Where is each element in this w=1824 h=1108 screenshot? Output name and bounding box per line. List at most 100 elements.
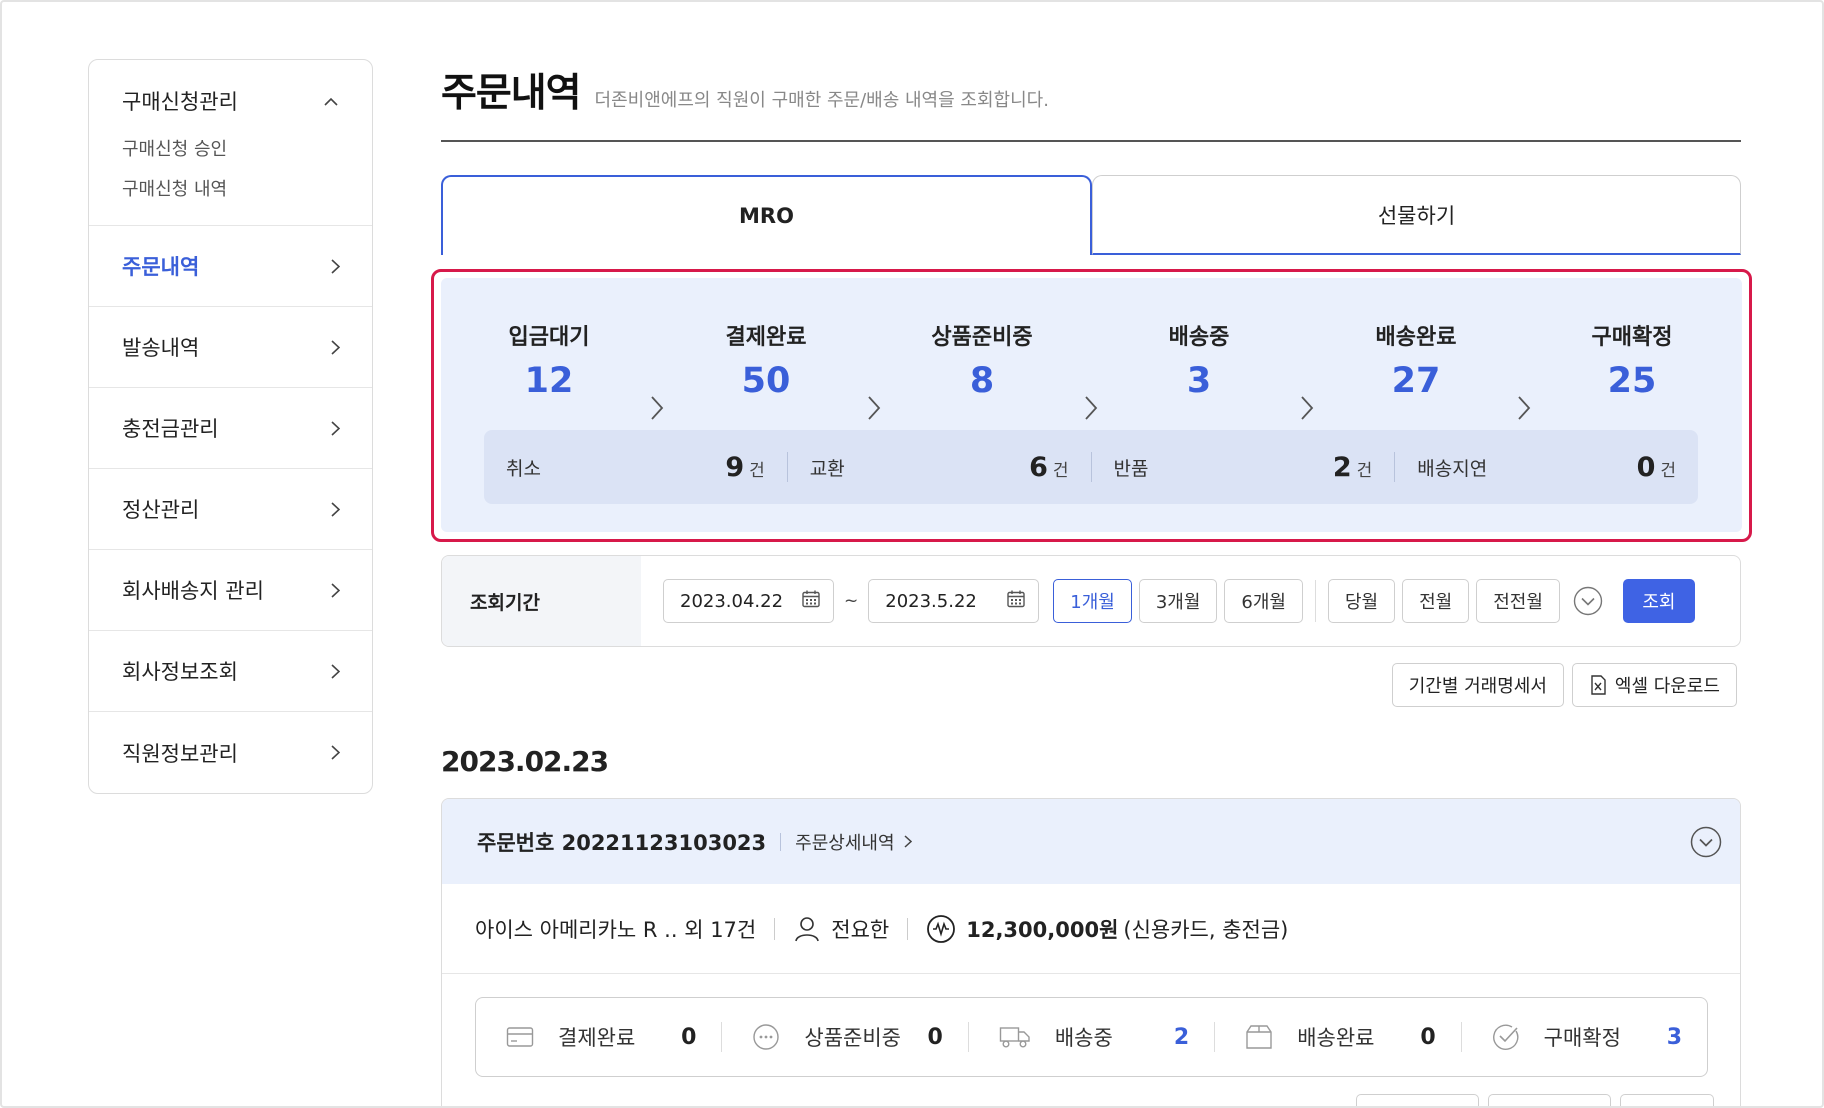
sidebar-subitem-history[interactable]: 구매신청 내역: [122, 170, 340, 210]
status-step-shipping[interactable]: 배송중 3: [1119, 323, 1279, 401]
status-step-preparing[interactable]: 상품준비중 8: [902, 323, 1062, 401]
order-status-summary: 입금대기 12 결제완료 50 상품준비중 8 배송중 3 배송완료 27 구매…: [441, 278, 1742, 532]
step-label: 결제완료: [725, 325, 807, 350]
step-count: 50: [741, 361, 791, 401]
sidebar-item-label: 직원정보관리: [122, 741, 238, 766]
step-count: 3: [1186, 361, 1212, 401]
order-step-label: 배송중: [1054, 1026, 1113, 1050]
excel-download-button[interactable]: 엑셀 다운로드: [1571, 663, 1737, 707]
box-icon: [1245, 1024, 1285, 1050]
order-action-button[interactable]: [1620, 1094, 1714, 1106]
stat-cancel[interactable]: 취소 9건: [484, 451, 788, 483]
sidebar-item-label: 주문내역: [122, 255, 200, 279]
sidebar-group-purchase-request: 구매신청관리 구매신청 승인 구매신청 내역: [89, 60, 372, 226]
sidebar-group-header[interactable]: 구매신청관리: [122, 86, 340, 116]
order-action-button[interactable]: [1356, 1094, 1479, 1106]
status-step-paid[interactable]: 결제완료 50: [686, 323, 846, 401]
order-step-preparing: 상품준비중 0: [722, 1022, 969, 1052]
tab-bar: MRO 선물하기: [441, 175, 1741, 255]
stat-value: 9: [725, 451, 745, 483]
calendar-icon[interactable]: [1006, 589, 1026, 614]
stat-unit: 건: [1052, 460, 1069, 481]
page-header: 주문내역 더존비앤에프의 직원이 구매한 주문/배송 내역을 조회합니다.: [441, 62, 1741, 142]
chevron-right-icon: [326, 581, 344, 599]
order-card: 주문번호 20221123103023 주문상세내역 아이스 아메리카노 R .…: [441, 798, 1741, 1106]
stat-value: 2: [1332, 451, 1352, 483]
period-3month-button[interactable]: 3개월: [1138, 579, 1218, 623]
order-status-steps: 결제완료 0 상품준비중 0 배송중 2 배송완료 0 구매확정 3: [475, 997, 1708, 1077]
sidebar-item-employee[interactable]: 직원정보관리: [89, 712, 372, 793]
stat-delay[interactable]: 배송지연 0건: [1395, 451, 1698, 483]
step-label: 배송중: [1168, 325, 1230, 350]
sidebar: 구매신청관리 구매신청 승인 구매신청 내역 주문내역 발송내역 충전금관리 정…: [88, 59, 373, 794]
order-detail-label: 주문상세내역: [795, 832, 895, 854]
stat-value: 6: [1029, 451, 1048, 483]
truck-icon: [999, 1025, 1043, 1049]
step-count: 8: [969, 361, 995, 401]
step-label: 구매확정: [1591, 325, 1673, 350]
last-month-button[interactable]: 전월: [1402, 579, 1470, 623]
chevron-down-circle-icon[interactable]: [1690, 826, 1722, 858]
statement-button[interactable]: 기간별 거래명세서: [1391, 663, 1564, 707]
period-6month-button[interactable]: 6개월: [1224, 579, 1303, 623]
chevron-right-icon: [326, 744, 344, 762]
order-payment: (신용카드, 충전금): [1123, 917, 1289, 942]
tab-gift[interactable]: 선물하기: [1092, 175, 1741, 255]
action-buttons: 기간별 거래명세서 엑셀 다운로드: [1384, 663, 1737, 707]
order-action-button[interactable]: [1488, 1094, 1611, 1106]
status-step-delivered[interactable]: 배송완료 27: [1336, 323, 1496, 401]
sidebar-item-settlement[interactable]: 정산관리: [89, 469, 372, 550]
stat-value: 0: [1636, 451, 1656, 483]
chevron-right-icon: [326, 419, 344, 437]
this-month-button[interactable]: 당월: [1327, 579, 1396, 623]
start-date-value: 2023.04.22: [680, 590, 784, 612]
divider: [774, 917, 776, 940]
order-detail-link[interactable]: 주문상세내역: [795, 829, 912, 855]
sidebar-item-company-info[interactable]: 회사정보조회: [89, 631, 372, 712]
status-step-confirmed[interactable]: 구매확정 25: [1552, 323, 1712, 401]
page-frame: 구매신청관리 구매신청 승인 구매신청 내역 주문내역 발송내역 충전금관리 정…: [0, 0, 1824, 1108]
chevron-right-icon: [1514, 395, 1534, 421]
stat-exchange[interactable]: 교환 6건: [788, 451, 1092, 483]
chevron-down-circle-icon[interactable]: [1573, 586, 1603, 616]
sidebar-subitem-approval[interactable]: 구매신청 승인: [122, 130, 340, 170]
sidebar-item-orders[interactable]: 주문내역: [89, 226, 372, 307]
search-button[interactable]: 조회: [1622, 579, 1695, 623]
calendar-icon[interactable]: [801, 589, 821, 614]
order-buttons-partial: [1356, 1094, 1723, 1106]
divider: [907, 917, 909, 940]
excel-download-label: 엑셀 다운로드: [1614, 676, 1720, 697]
order-step-value: 3: [1666, 1024, 1683, 1050]
order-step-value: 0: [1420, 1024, 1436, 1050]
sidebar-item-shipping[interactable]: 발송내역: [89, 307, 372, 388]
two-months-ago-button[interactable]: 전전월: [1476, 579, 1560, 623]
stat-label: 취소: [506, 457, 541, 480]
won-icon: [926, 914, 956, 944]
tab-mro[interactable]: MRO: [441, 175, 1092, 255]
period-1month-button[interactable]: 1개월: [1053, 579, 1132, 623]
status-steps: 입금대기 12 결제완료 50 상품준비중 8 배송중 3 배송완료 27 구매…: [441, 323, 1742, 420]
status-step-deposit[interactable]: 입금대기 12: [469, 323, 629, 401]
order-step-label: 결제완료: [558, 1026, 636, 1050]
sidebar-item-company-address[interactable]: 회사배송지 관리: [89, 550, 372, 631]
order-date: 2023.02.23: [441, 745, 609, 778]
order-step-confirmed: 구매확정 3: [1462, 1022, 1707, 1052]
exception-stats: 취소 9건 교환 6건 반품 2건 배송지연 0건: [484, 430, 1698, 504]
start-date-input[interactable]: 2023.04.22: [663, 579, 834, 623]
chevron-right-icon: [864, 395, 884, 421]
sidebar-item-label: 정산관리: [122, 498, 200, 522]
stat-label: 교환: [809, 457, 845, 480]
sidebar-item-credit[interactable]: 충전금관리: [89, 388, 372, 469]
chevron-right-icon: [326, 662, 344, 680]
step-count: 12: [524, 361, 574, 401]
step-count: 27: [1391, 361, 1441, 401]
end-date-input[interactable]: 2023.5.22: [868, 579, 1040, 623]
chevron-up-icon[interactable]: [322, 92, 340, 110]
card-icon: [506, 1026, 546, 1048]
stat-return[interactable]: 반품 2건: [1092, 451, 1396, 483]
chevron-right-icon: [1081, 395, 1101, 421]
order-step-value: 0: [681, 1024, 697, 1050]
order-step-shipping: 배송중 2: [969, 1022, 1216, 1052]
filter-label: 조회기간: [442, 556, 641, 646]
check-icon: [1492, 1023, 1532, 1051]
